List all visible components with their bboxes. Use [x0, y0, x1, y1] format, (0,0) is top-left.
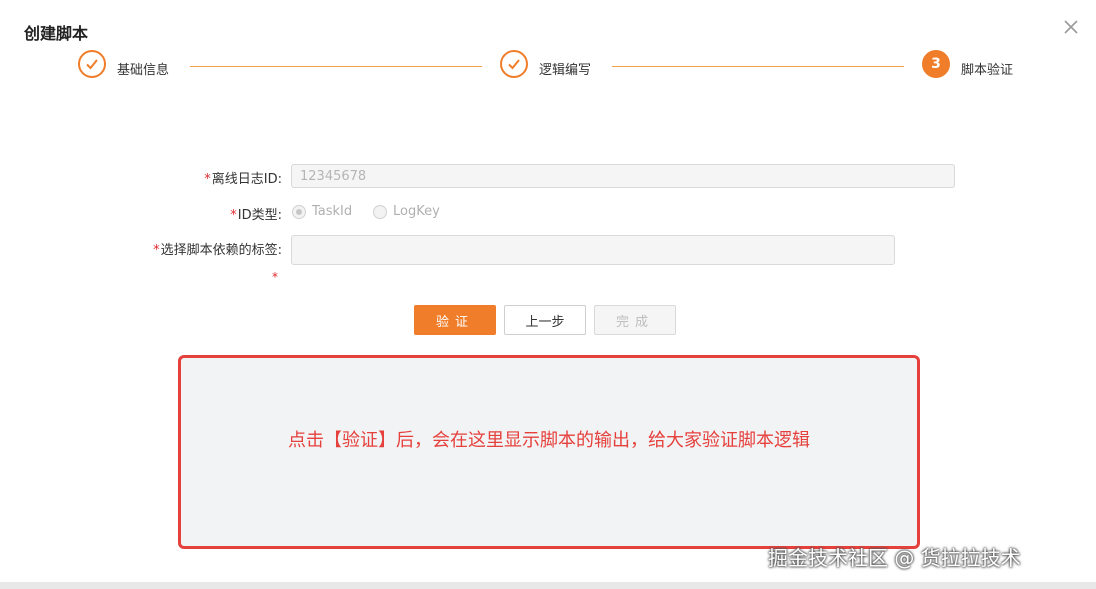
- step-3-number: 3: [922, 50, 950, 78]
- step-2-check-icon: [500, 50, 528, 78]
- required-mark: *: [204, 172, 211, 187]
- radio-button-icon[interactable]: [373, 204, 387, 219]
- step-1-check-icon: [78, 50, 106, 78]
- step-connector-2: [612, 66, 904, 67]
- radio-taskid[interactable]: TaskId: [292, 204, 352, 219]
- create-script-modal: 创建脚本 基础信息 逻辑编写 3 脚本验证 *离线日志ID: 12345678 …: [0, 0, 1096, 589]
- step-connector-1: [190, 66, 482, 67]
- log-id-label: *离线日志ID:: [204, 172, 282, 187]
- id-type-label: *ID类型:: [230, 208, 282, 223]
- tags-label: *选择脚本依赖的标签:: [153, 243, 282, 258]
- background-page-strip: [0, 582, 1096, 589]
- radio-logkey[interactable]: LogKey: [373, 204, 440, 219]
- tags-select[interactable]: [291, 235, 895, 265]
- close-icon[interactable]: [1060, 16, 1082, 38]
- finish-button[interactable]: 完成: [594, 305, 676, 335]
- step-3-label: 脚本验证: [961, 63, 1014, 78]
- modal-title: 创建脚本: [24, 24, 89, 43]
- required-mark: *: [153, 243, 160, 258]
- verify-button[interactable]: 验证: [414, 305, 496, 335]
- steps-progress: 基础信息 逻辑编写 3 脚本验证: [0, 50, 1096, 84]
- extra-required-mark: *: [272, 270, 278, 284]
- form-row-id-type: *ID类型: TaskId LogKey: [0, 200, 1096, 226]
- log-id-input[interactable]: 12345678: [291, 164, 955, 188]
- required-mark: *: [230, 208, 237, 223]
- watermark: 掘金技术社区 @ 货拉拉技术: [768, 546, 1021, 570]
- output-hint-text: 点击【验证】后，会在这里显示脚本的输出，给大家验证脚本逻辑: [288, 430, 810, 451]
- step-2-label: 逻辑编写: [539, 63, 592, 78]
- radio-button-icon[interactable]: [292, 204, 306, 219]
- prev-step-button[interactable]: 上一步: [504, 305, 586, 335]
- form-row-log-id: *离线日志ID: 12345678: [0, 164, 1096, 190]
- script-output-panel: 点击【验证】后，会在这里显示脚本的输出，给大家验证脚本逻辑: [178, 355, 920, 549]
- form-row-tags: *选择脚本依赖的标签:: [0, 235, 1096, 265]
- step-1-label: 基础信息: [117, 63, 170, 78]
